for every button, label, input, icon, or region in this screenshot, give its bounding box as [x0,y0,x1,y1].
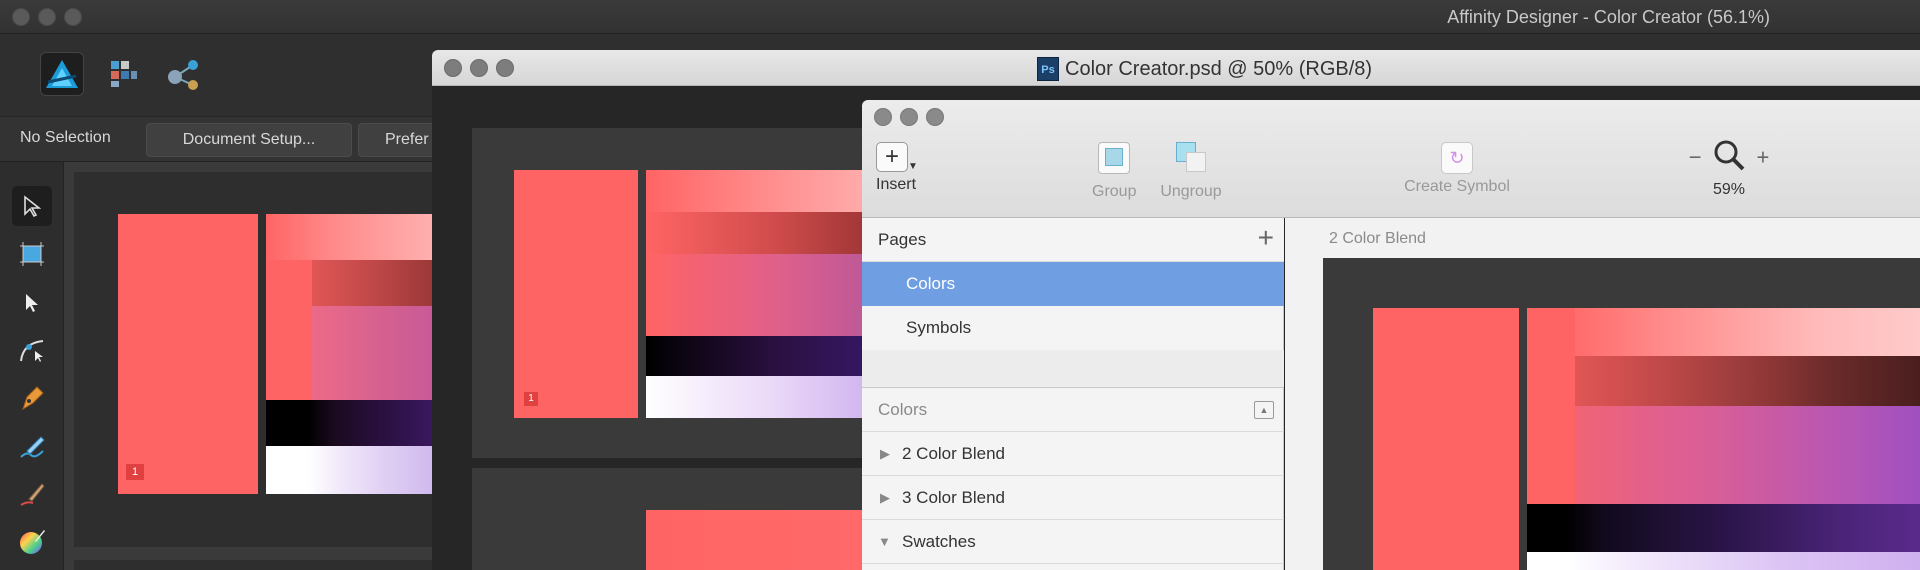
disclosure-triangle-icon[interactable]: ▶ [880,490,902,506]
zoom-level: 59% [1712,181,1746,198]
minimize-button[interactable] [470,59,488,77]
insert-label: Insert [876,176,917,193]
layer-item-swatches[interactable]: ▼ Swatches [862,520,1284,564]
layers-header: Colors ▲ [862,388,1284,432]
affinity-canvas[interactable]: 1 [64,162,434,570]
pages-header-label: Pages [878,229,927,249]
color-swatch-main [1373,308,1519,570]
sketch-toolbar: + ▼ Insert Group Ungroup ↻ Create Symbol … [862,100,1920,218]
page-label: Symbols [906,318,972,337]
corner-tool-icon[interactable] [12,330,52,370]
magnifier-icon[interactable] [1712,138,1746,177]
disclosure-triangle-icon[interactable]: ▼ [878,534,902,549]
page-label: Colors [906,274,956,293]
psd-file-icon: Ps [1037,57,1059,81]
layer-label: 3 Color Blend [902,487,1006,507]
create-symbol-button[interactable]: ↻ Create Symbol [1392,142,1522,196]
group-label: Group [1092,183,1137,200]
zoom-button[interactable] [64,8,82,26]
insert-icon: + [876,142,908,172]
artboard-badge: 1 [524,392,538,406]
close-button[interactable] [444,59,462,77]
artboard-tool-icon[interactable] [12,234,52,274]
zoom-button[interactable] [496,59,514,77]
document-setup-button[interactable]: Document Setup... [146,123,352,157]
close-button[interactable] [874,108,892,126]
fill-tool-icon[interactable] [12,522,52,562]
chevron-down-icon: ▼ [908,161,918,172]
ungroup-icon [1174,142,1208,174]
layer-item-3-color-blend[interactable]: ▶ 3 Color Blend [862,476,1284,520]
designer-persona-icon[interactable] [40,52,84,96]
color-swatch-main [118,214,258,494]
node-tool-icon[interactable] [12,282,52,322]
pen-tool-icon[interactable] [12,378,52,418]
create-symbol-label: Create Symbol [1404,178,1510,195]
color-swatch-main [514,170,638,418]
export-persona-icon[interactable] [162,52,206,96]
add-page-button[interactable]: + [1258,224,1274,252]
artboard-badge: 1 [126,464,144,480]
layer-item-2-color-blend[interactable]: ▶ 2 Color Blend [862,432,1284,476]
disclosure-triangle-icon[interactable]: ▶ [880,446,902,462]
pages-header: Pages + [862,218,1284,262]
zoom-out-button[interactable]: − [1689,145,1702,170]
zoom-control: − + 59% [1684,138,1774,199]
brush-tool-icon[interactable] [12,474,52,514]
artboard-label[interactable]: 2 Color Blend [1329,230,1426,248]
zoom-in-button[interactable]: + [1756,145,1769,170]
color-grid [266,214,434,494]
color-grid [1527,308,1920,570]
pages-resize-spacer [862,350,1284,388]
close-button[interactable] [12,8,30,26]
selection-status: No Selection [20,129,111,146]
pixel-persona-icon[interactable] [100,52,144,96]
sketch-canvas[interactable]: 2 Color Blend [1285,218,1920,570]
symbol-icon: ↻ [1441,142,1473,174]
move-tool-icon[interactable] [12,186,52,226]
group-button[interactable]: Group [1092,142,1136,201]
minimize-button[interactable] [38,8,56,26]
collapse-icon[interactable]: ▲ [1254,401,1274,419]
page-item-colors[interactable]: Colors [862,262,1284,306]
zoom-button[interactable] [926,108,944,126]
layer-label: Swatches [902,531,976,551]
affinity-titlebar: Affinity Designer - Color Creator (56.1%… [0,0,1920,34]
psd-titlebar: Ps Color Creator.psd @ 50% (RGB/8) [432,50,1920,86]
tools-panel [0,162,64,570]
window-title: Affinity Designer - Color Creator (56.1%… [1447,7,1770,27]
group-icon [1098,142,1130,174]
ungroup-button[interactable]: Ungroup [1156,142,1226,201]
pencil-tool-icon[interactable] [12,426,52,466]
layer-label: 2 Color Blend [902,443,1006,463]
layers-header-label: Colors [878,399,928,419]
ungroup-label: Ungroup [1160,183,1222,200]
layers-sidebar: Pages + Colors Symbols Colors ▲ ▶ 2 Colo… [862,218,1284,570]
page-item-symbols[interactable]: Symbols [862,306,1284,350]
window-title: Color Creator.psd @ 50% (RGB/8) [1065,57,1373,80]
minimize-button[interactable] [900,108,918,126]
insert-tool[interactable]: + ▼ Insert [876,142,918,194]
